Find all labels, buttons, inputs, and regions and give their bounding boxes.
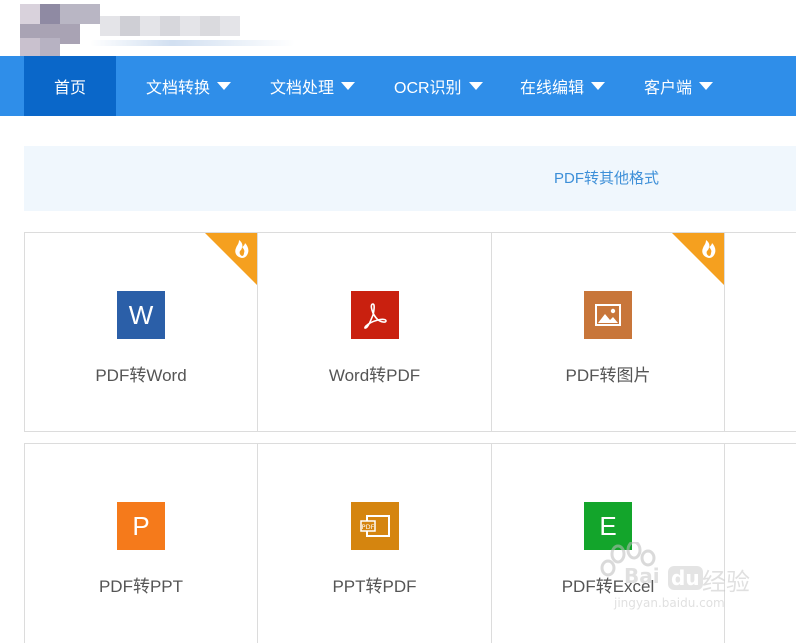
card-label: PPT转PDF (332, 577, 417, 596)
hot-fire-icon (205, 233, 257, 285)
baidu-jingyan-watermark: Bai du 经验 jingyan.baidu.com (598, 542, 768, 622)
image-icon (584, 291, 632, 339)
caret-down-icon (591, 82, 606, 90)
svg-text:PDF: PDF (361, 523, 374, 531)
card-pdf-to-image[interactable]: PDF转图片 (492, 233, 725, 431)
hot-fire-icon (672, 233, 724, 285)
watermark-brand-2: du (668, 566, 703, 590)
acrobat-icon (350, 291, 399, 339)
nav-home-label: 首页 (53, 80, 86, 97)
nav-doc-process[interactable]: 文档处理 (270, 56, 356, 116)
card-label: Word转PDF (328, 366, 421, 385)
card-partial[interactable] (725, 233, 796, 431)
nav-doc-convert-label: 文档转换 (146, 80, 211, 97)
watermark-url: jingyan.baidu.com (614, 596, 725, 610)
tool-grid-row-1: W PDF转Word Word转PDF PDF转图片 (24, 232, 796, 432)
card-label: PDF转Word (95, 366, 187, 385)
nav-doc-process-label: 文档处理 (270, 80, 335, 97)
caret-down-icon (341, 82, 356, 90)
section-title: PDF转其他格式 (554, 170, 660, 187)
watermark-brand: Bai (624, 564, 660, 588)
main-nav: 首页 文档转换 文档处理 OCR识别 在线编辑 客户端 (0, 56, 796, 116)
card-pdf-to-word[interactable]: W PDF转Word (25, 233, 258, 431)
caret-down-icon (699, 82, 714, 90)
caret-down-icon (468, 82, 483, 90)
watermark-cn: 经验 (702, 568, 750, 596)
caret-down-icon (217, 82, 232, 90)
nav-doc-convert[interactable]: 文档转换 (146, 56, 232, 116)
section-banner: PDF转其他格式 (24, 146, 796, 211)
card-word-to-pdf[interactable]: Word转PDF (258, 233, 492, 431)
nav-client-label: 客户端 (644, 80, 693, 97)
card-ppt-to-pdf[interactable]: PDF PPT转PDF (258, 444, 492, 643)
card-label: PDF转图片 (565, 366, 651, 385)
ppt-pdf-icon: PDF (350, 502, 399, 550)
nav-online-edit-label: 在线编辑 (520, 80, 585, 97)
card-pdf-to-ppt[interactable]: P PDF转PPT (25, 444, 258, 643)
site-logo-blurred[interactable] (20, 2, 295, 58)
nav-ocr-label: OCR识别 (394, 80, 462, 97)
nav-client[interactable]: 客户端 (644, 56, 714, 116)
nav-online-edit[interactable]: 在线编辑 (520, 56, 606, 116)
powerpoint-icon: P (117, 502, 165, 550)
word-icon: W (117, 291, 165, 339)
nav-ocr[interactable]: OCR识别 (394, 56, 483, 116)
card-label: PDF转PPT (98, 577, 184, 596)
nav-home[interactable]: 首页 (24, 56, 116, 116)
